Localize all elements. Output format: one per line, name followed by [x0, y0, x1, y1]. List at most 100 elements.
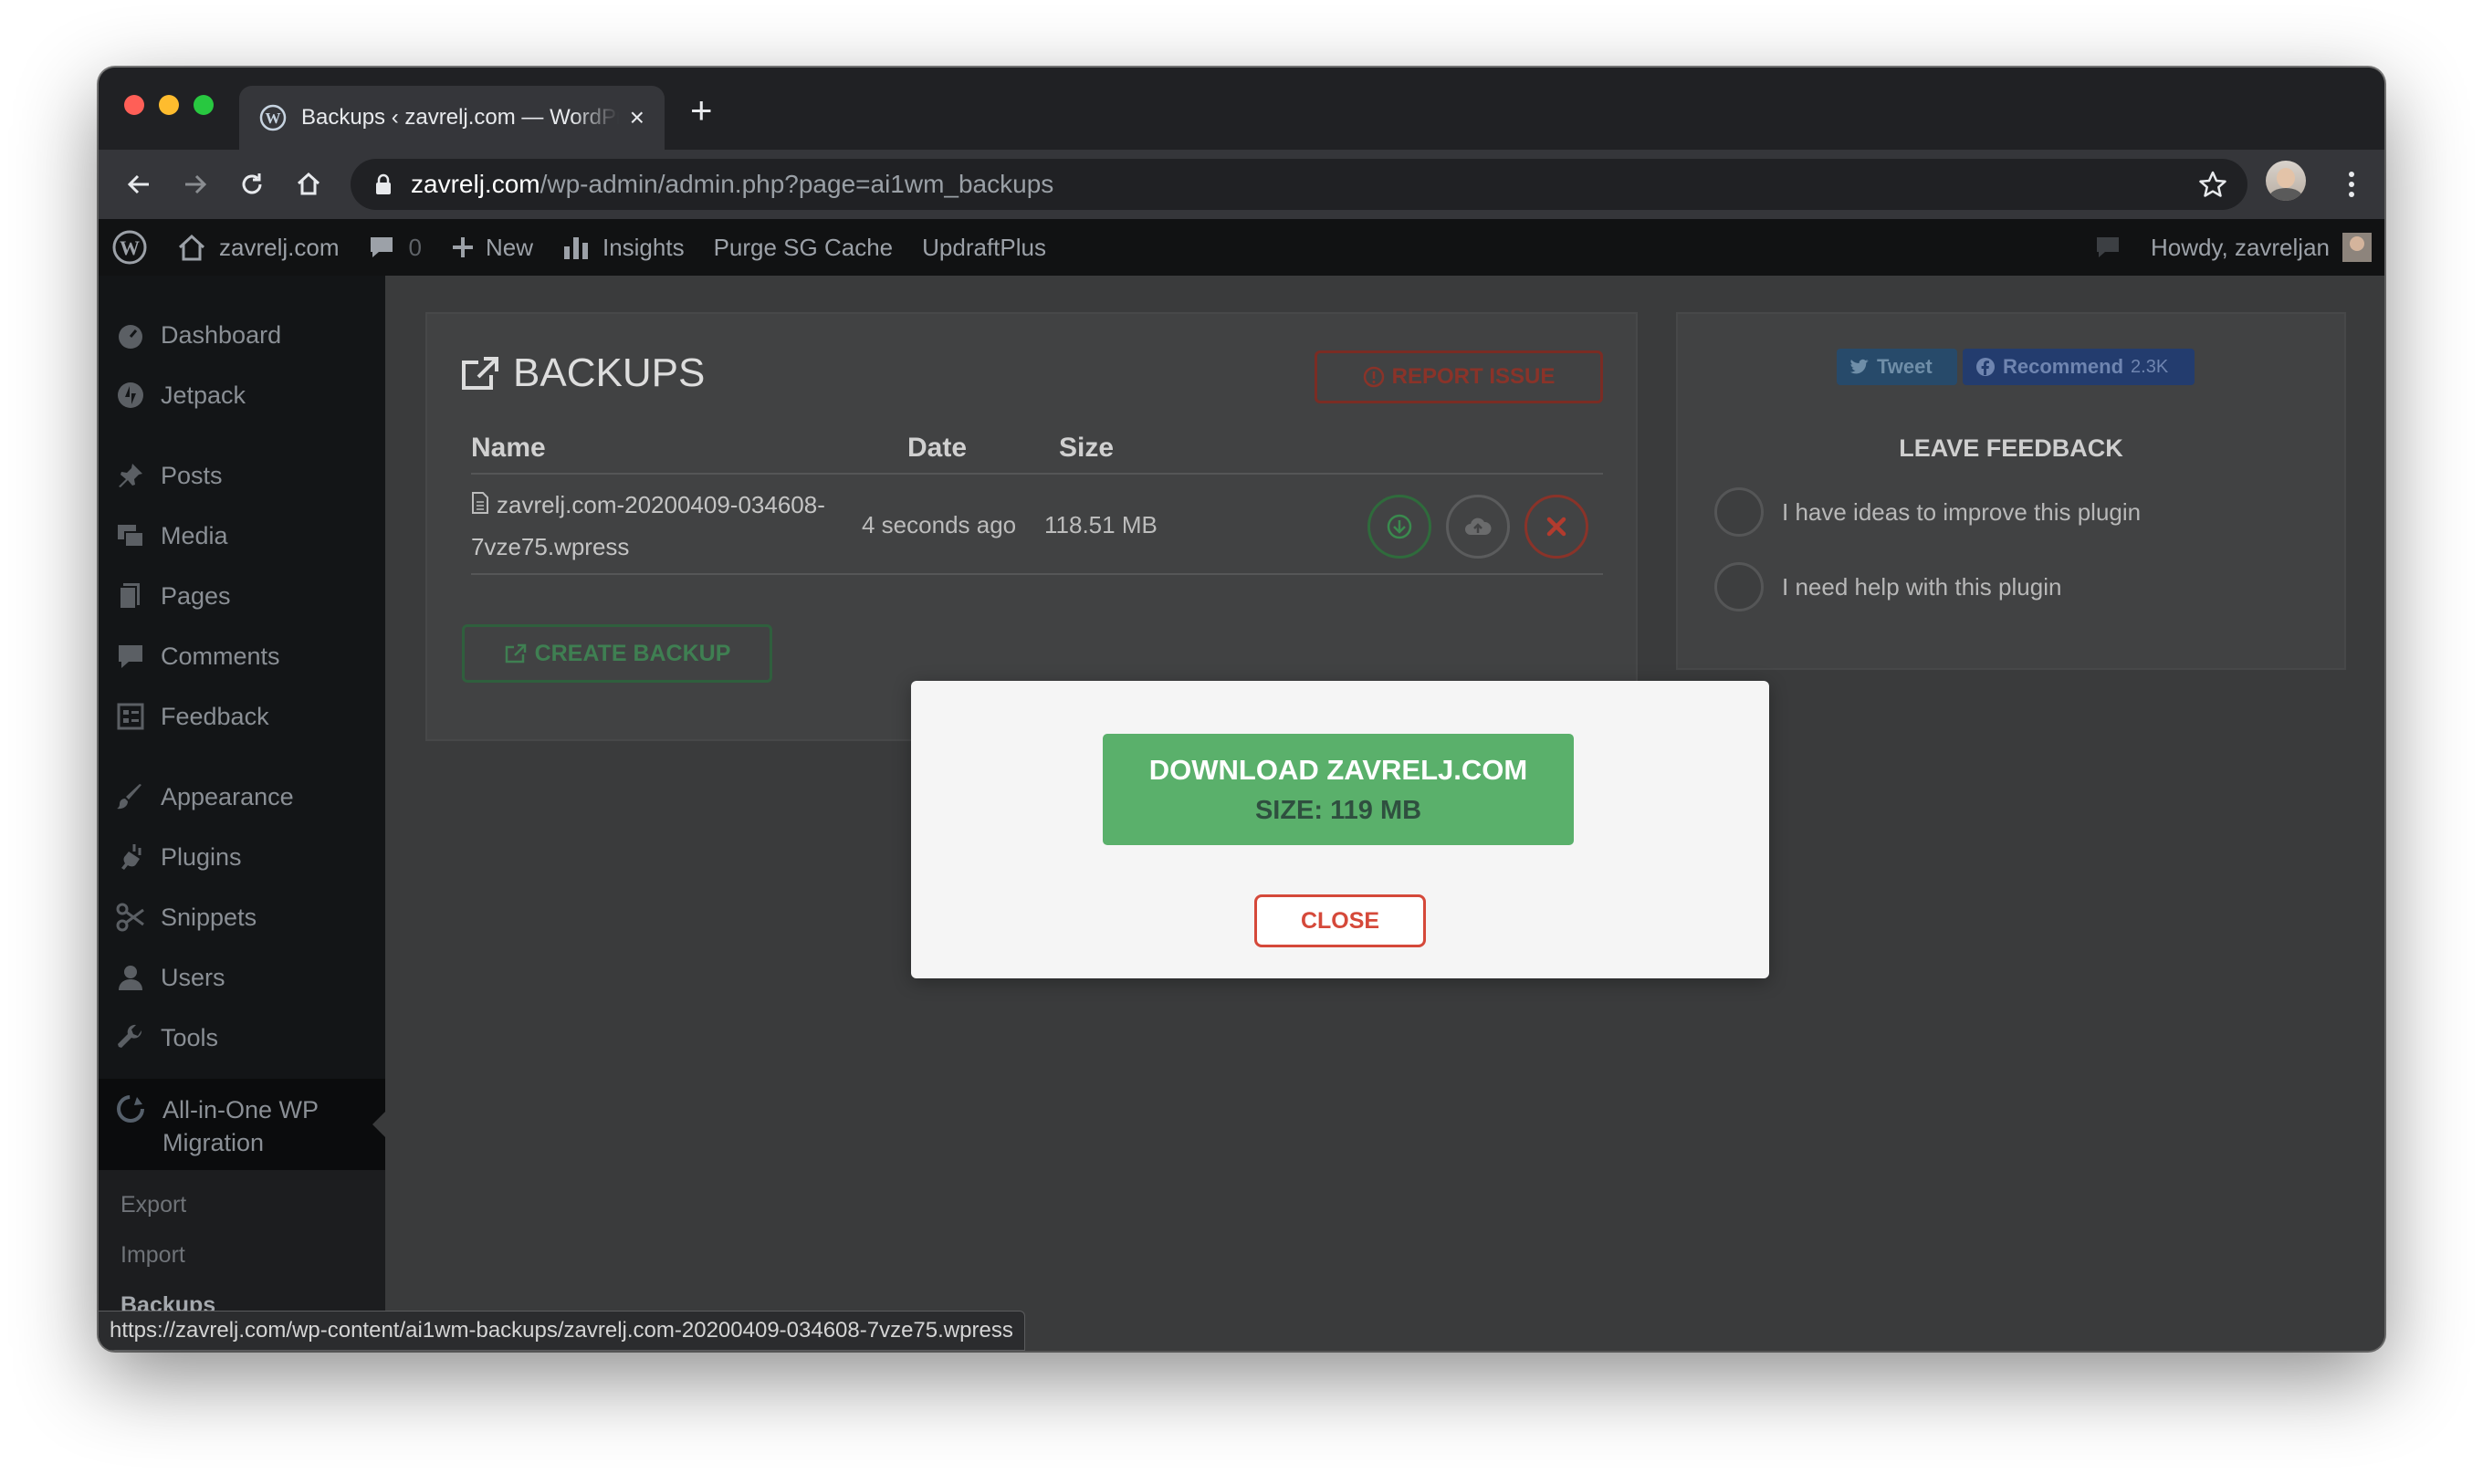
facebook-icon — [1976, 358, 1995, 376]
updraft-label: UpdraftPlus — [922, 233, 1046, 261]
tab-close-icon[interactable]: × — [630, 105, 644, 131]
sidebar-item-comments[interactable]: Comments — [99, 626, 385, 686]
comments-link[interactable]: 0 — [353, 219, 435, 276]
reload-icon — [242, 173, 262, 194]
sidebar-item-label: All-in-One WP — [162, 1096, 320, 1123]
browser-toolbar: zavrelj.com/wp-admin/admin.php?page=ai1w… — [99, 150, 2384, 219]
restore-backup-button[interactable] — [1446, 495, 1510, 559]
export-icon — [505, 643, 526, 664]
download-site-button[interactable]: DOWNLOAD ZAVRELJ.COM SIZE: 119 MB — [1103, 734, 1574, 845]
feedback-option-ideas[interactable]: I have ideas to improve this plugin — [1714, 487, 2141, 537]
column-header-size: Size — [1059, 433, 1115, 463]
sidebar-item-all-in-one-wp-migration[interactable]: All-in-One WP Migration — [99, 1079, 387, 1170]
wp-logo-menu[interactable]: W — [99, 219, 162, 276]
sidebar-item-tools[interactable]: Tools — [99, 1008, 385, 1068]
sidebar-item-appearance[interactable]: Appearance — [99, 767, 385, 827]
svg-text:W: W — [120, 236, 140, 259]
comments-count: 0 — [408, 233, 422, 261]
tab-title: Backups ‹ zavrelj.com — WordPress — [301, 105, 619, 130]
arrow-right-icon — [185, 174, 207, 194]
home-button[interactable] — [290, 166, 327, 203]
download-modal: DOWNLOAD ZAVRELJ.COM SIZE: 119 MB CLOSE — [911, 681, 1769, 978]
sidebar-item-plugins[interactable]: Plugins — [99, 827, 385, 887]
sidebar-item-dashboard[interactable]: Dashboard — [99, 305, 385, 365]
page-title-text: BACKUPS — [513, 350, 706, 395]
submenu-import[interactable]: Import — [120, 1242, 185, 1269]
sidebar-item-label: Users — [161, 963, 225, 991]
close-window-button[interactable] — [124, 95, 144, 115]
feedback-option-help[interactable]: I need help with this plugin — [1714, 562, 2061, 611]
sidebar-item-label: Tools — [161, 1023, 219, 1051]
column-header-date: Date — [907, 433, 968, 463]
dashboard-icon — [115, 319, 146, 350]
comment-bubble-icon — [371, 237, 393, 257]
feedback-option-label: I have ideas to improve this plugin — [1782, 497, 2142, 526]
howdy-text: Howdy, zavreljan — [2150, 233, 2330, 261]
column-header-name: Name — [471, 433, 546, 463]
radio-button[interactable] — [1714, 487, 1764, 537]
minimize-window-button[interactable] — [159, 95, 179, 115]
table-row: zavrelj.com-20200409-034608- 7vze75.wpre… — [471, 484, 864, 568]
browser-tab[interactable]: W Backups ‹ zavrelj.com — WordPress × — [239, 86, 665, 150]
feedback-heading: LEAVE FEEDBACK — [1899, 434, 2123, 462]
download-icon — [1387, 514, 1412, 539]
sidebar-item-label: Snippets — [161, 903, 257, 931]
url-host: zavrelj.com — [411, 170, 540, 198]
radio-button[interactable] — [1714, 562, 1764, 611]
updraftplus-link[interactable]: UpdraftPlus — [907, 219, 1061, 276]
sidebar-item-label: Feedback — [161, 702, 269, 730]
wordpress-icon: W — [259, 104, 287, 131]
admin-sidebar: Dashboard Jetpack Posts Media Pages Comm… — [99, 276, 387, 1351]
new-content-link[interactable]: New — [436, 219, 548, 276]
new-label: New — [485, 233, 533, 261]
submenu-export[interactable]: Export — [120, 1192, 186, 1218]
comment-icon — [115, 641, 146, 672]
sidebar-item-label: Appearance — [161, 782, 294, 810]
profile-avatar[interactable] — [2266, 161, 2306, 201]
sidebar-item-media[interactable]: Media — [99, 506, 385, 566]
sidebar-item-users[interactable]: Users — [99, 947, 385, 1008]
close-x-icon — [1546, 517, 1566, 537]
sidebar-item-label: Migration — [162, 1129, 265, 1156]
insights-label: Insights — [602, 233, 685, 261]
plug-icon — [115, 841, 146, 873]
download-size-label: SIZE: 119 MB — [1254, 795, 1422, 825]
bookmark-star-icon[interactable] — [2198, 170, 2227, 199]
report-issue-button[interactable]: REPORT ISSUE — [1315, 350, 1603, 403]
notifications-link[interactable] — [2080, 219, 2136, 276]
my-account-link[interactable]: Howdy, zavreljan — [2136, 219, 2384, 276]
sidebar-item-label: Plugins — [161, 842, 242, 871]
sidebar-item-feedback[interactable]: Feedback — [99, 686, 385, 747]
table-divider — [471, 573, 1603, 575]
jetpack-icon — [115, 380, 146, 411]
facebook-recommend-button[interactable]: Recommend 2.3K — [1963, 349, 2195, 385]
forward-button[interactable] — [177, 166, 214, 203]
browser-menu-button[interactable] — [2333, 166, 2370, 203]
sidebar-item-posts[interactable]: Posts — [99, 445, 385, 506]
delete-backup-button[interactable] — [1524, 495, 1588, 559]
sidebar-item-jetpack[interactable]: Jetpack — [99, 365, 385, 425]
close-modal-button[interactable]: CLOSE — [1254, 894, 1426, 947]
back-button[interactable] — [120, 166, 157, 203]
home-icon — [297, 172, 320, 195]
purge-cache-link[interactable]: Purge SG Cache — [699, 219, 908, 276]
maximize-window-button[interactable] — [194, 95, 214, 115]
address-bar[interactable]: zavrelj.com/wp-admin/admin.php?page=ai1w… — [351, 159, 2247, 210]
recommend-count: 2.3K — [2131, 356, 2169, 377]
insights-link[interactable]: Insights — [548, 219, 699, 276]
sidebar-item-pages[interactable]: Pages — [99, 566, 385, 626]
backup-file-name: zavrelj.com-20200409-034608- — [497, 491, 825, 518]
download-label: DOWNLOAD ZAVRELJ.COM — [1148, 753, 1528, 786]
create-backup-button[interactable]: CREATE BACKUP — [462, 624, 772, 683]
plus-icon — [452, 237, 473, 257]
tweet-button[interactable]: Tweet — [1837, 349, 1957, 385]
file-icon — [472, 492, 488, 514]
new-tab-button[interactable]: + — [690, 91, 713, 130]
download-backup-button[interactable] — [1367, 495, 1431, 559]
reload-button[interactable] — [234, 166, 270, 203]
lock-icon — [376, 173, 391, 194]
browser-window: W Backups ‹ zavrelj.com — WordPress × + … — [99, 68, 2384, 1351]
wp-admin-bar: W zavrelj.com 0 New Insights Purge SG Ca… — [99, 219, 2384, 276]
sidebar-item-snippets[interactable]: Snippets — [99, 887, 385, 947]
site-name-link[interactable]: zavrelj.com — [162, 219, 353, 276]
